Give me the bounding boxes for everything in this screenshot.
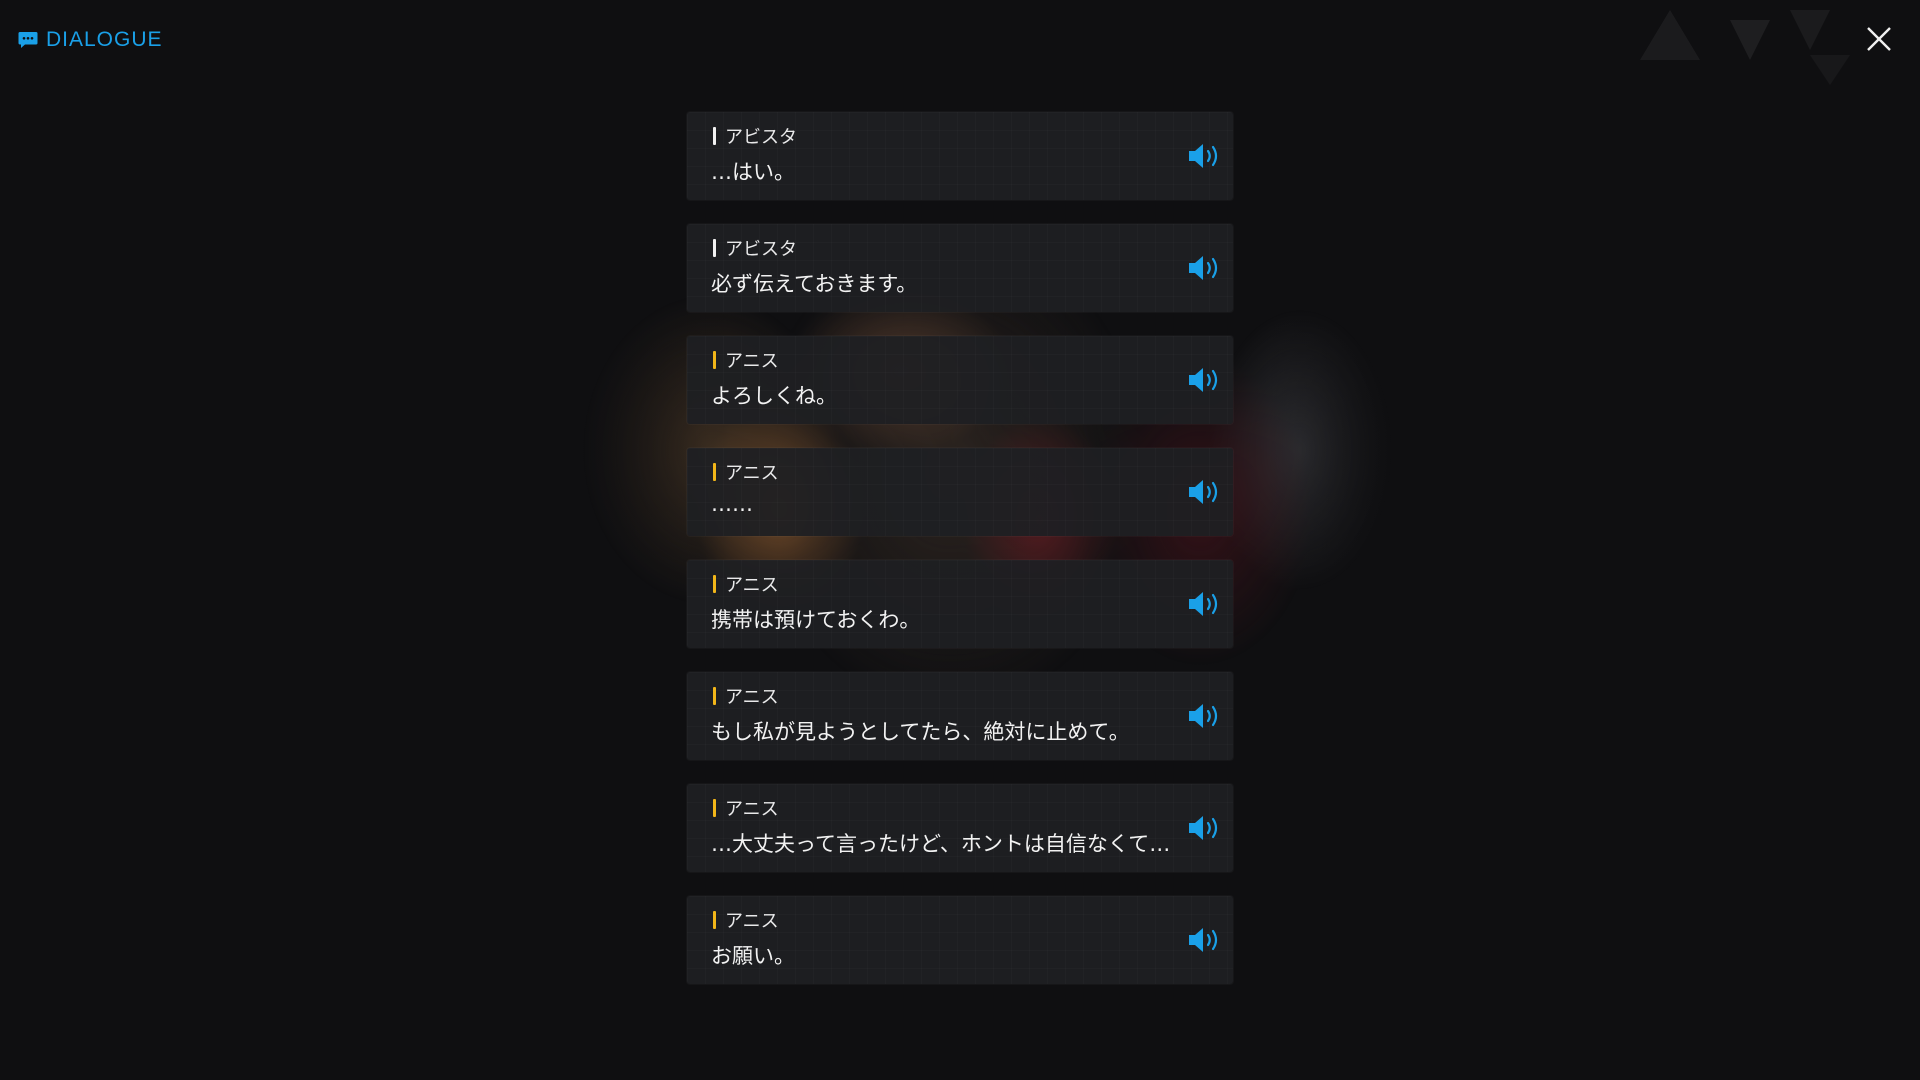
speaker-label: アニス [713,347,779,373]
dialogue-entry: アニス …… [687,448,1233,536]
speaker-icon [1189,816,1218,840]
speaker-label: アニス [713,571,779,597]
speaker-color-bar [713,127,716,145]
speaker-label: アニス [713,907,779,933]
dialogue-text: …はい。 [711,160,795,184]
speaker-color-bar [713,575,716,593]
speaker-color-bar [713,463,716,481]
speaker-name: アビスタ [725,127,797,148]
close-button[interactable] [1862,22,1896,56]
chat-bubble-icon [18,32,38,48]
speaker-label: アニス [713,795,779,821]
decorative-triangles-icon [1640,10,1850,85]
speaker-icon [1189,928,1218,952]
dialogue-entry: アニス お願い。 [687,896,1233,984]
dialogue-log-screen: DIALOGUE アビスタ …はい。 アビスタ 必ず伝えておきます。 アニス よろしくね。… [0,0,1920,1080]
dialogue-text: もし私が見ようとしてたら、絶対に止めて。 [711,720,1130,744]
speaker-name: アニス [725,463,779,484]
speaker-icon [1189,704,1218,728]
play-voice-button[interactable] [1187,926,1223,954]
speaker-color-bar [713,799,716,817]
dialogue-text: 携帯は預けておくわ。 [711,608,921,632]
speaker-name: アニス [725,799,779,820]
speaker-icon [1189,480,1218,504]
speaker-label: アニス [713,459,779,485]
speaker-color-bar [713,687,716,705]
play-voice-button[interactable] [1187,590,1223,618]
dialogue-entry: アビスタ …はい。 [687,112,1233,200]
speaker-icon [1189,592,1218,616]
play-voice-button[interactable] [1187,142,1223,170]
dialogue-entry: アビスタ必ず伝えておきます。 [687,224,1233,312]
dialogue-text: 必ず伝えておきます。 [711,272,918,296]
speaker-icon [1189,368,1218,392]
dialogue-entry: アニスもし私が見ようとしてたら、絶対に止めて。 [687,672,1233,760]
play-voice-button[interactable] [1187,254,1223,282]
dialogue-entry: アニス …大丈夫って言ったけど、ホントは自信なくて… [687,784,1233,872]
play-voice-button[interactable] [1187,814,1223,842]
speaker-color-bar [713,911,716,929]
play-voice-button[interactable] [1187,478,1223,506]
dialogue-header: DIALOGUE [18,28,163,52]
play-voice-button[interactable] [1187,366,1223,394]
dialogue-text: お願い。 [711,944,795,968]
close-icon [1867,27,1891,51]
speaker-name: アニス [725,351,779,372]
speaker-name: アニス [725,575,779,596]
dialogue-list[interactable]: アビスタ …はい。 アビスタ 必ず伝えておきます。 アニス よろしくね。 アニス…… アニス携… [687,112,1233,1008]
speaker-label: アビスタ [713,235,797,261]
speaker-icon [1189,144,1218,168]
speaker-label: アビスタ [713,123,797,149]
page-title: DIALOGUE [46,28,163,51]
speaker-name: アビスタ [725,239,797,260]
dialogue-entry: アニス携帯は預けておくわ。 [687,560,1233,648]
speaker-icon [1189,256,1218,280]
speaker-name: アニス [725,911,779,932]
dialogue-text: よろしくね。 [711,384,837,408]
dialogue-text: …… [711,492,753,516]
speaker-label: アニス [713,683,779,709]
dialogue-text: …大丈夫って言ったけど、ホントは自信なくて… [711,832,1171,856]
speaker-color-bar [713,239,716,257]
dialogue-entry: アニスよろしくね。 [687,336,1233,424]
speaker-color-bar [713,351,716,369]
speaker-name: アニス [725,687,779,708]
play-voice-button[interactable] [1187,702,1223,730]
